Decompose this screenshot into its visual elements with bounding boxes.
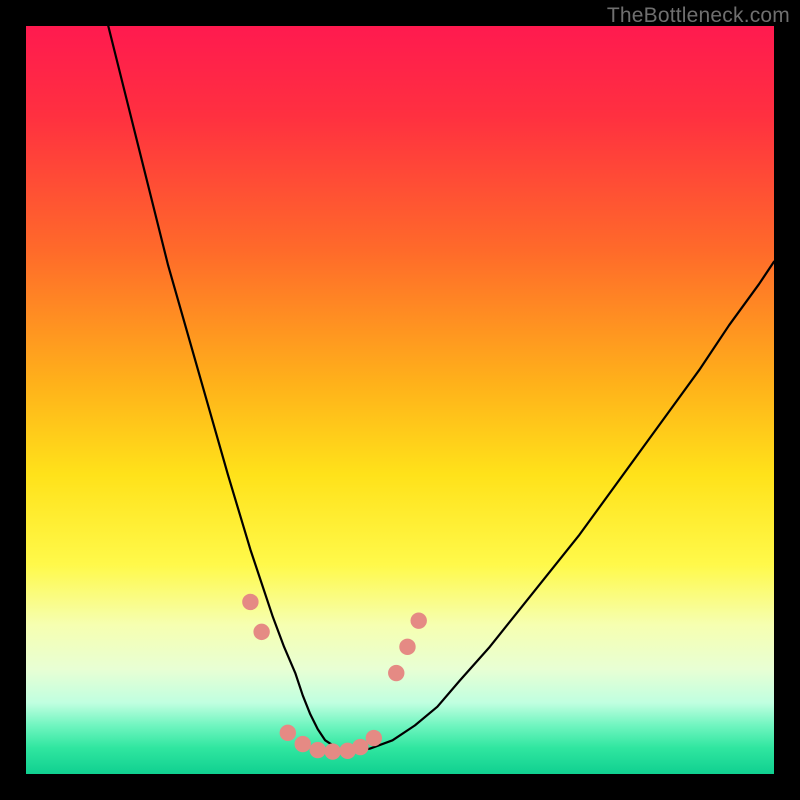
highlight-dot (399, 639, 415, 655)
chart-frame: TheBottleneck.com (0, 0, 800, 800)
gradient-background (26, 26, 774, 774)
highlight-dot (388, 665, 404, 681)
plot-area (26, 26, 774, 774)
watermark-label: TheBottleneck.com (607, 4, 790, 28)
highlight-dot (352, 739, 368, 755)
highlight-dot (324, 743, 340, 759)
highlight-dot (411, 612, 427, 628)
highlight-dot (242, 594, 258, 610)
highlight-dot (310, 742, 326, 758)
bottleneck-chart (26, 26, 774, 774)
highlight-dot (366, 730, 382, 746)
highlight-dot (280, 725, 296, 741)
highlight-dot (253, 624, 269, 640)
highlight-dot (295, 736, 311, 752)
